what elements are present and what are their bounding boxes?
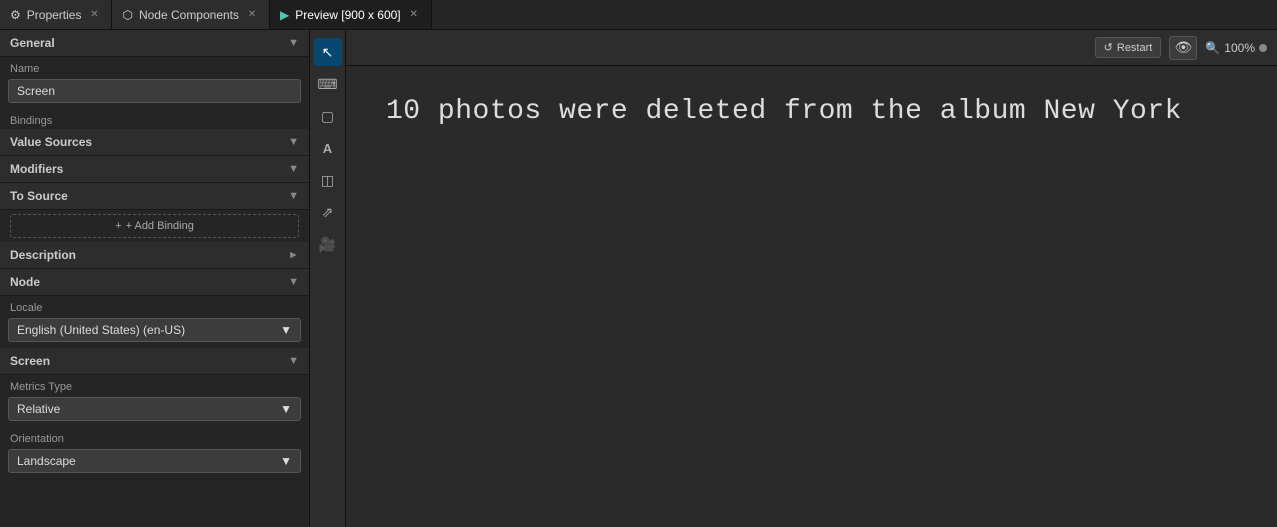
preview-content: 10 photos were deleted from the album Ne… bbox=[346, 66, 1277, 527]
screen-chevron-icon: ▼ bbox=[288, 355, 299, 367]
zoom-search-icon: 🔍 bbox=[1205, 41, 1220, 55]
screen-section-header[interactable]: Screen ▼ bbox=[0, 348, 309, 375]
bindings-label: Bindings bbox=[0, 109, 309, 129]
node-components-icon: ⬡ bbox=[122, 8, 132, 22]
locale-chevron-icon: ▼ bbox=[280, 323, 292, 337]
orientation-select[interactable]: Landscape ▼ bbox=[8, 449, 301, 473]
locale-label: Locale bbox=[0, 296, 309, 316]
tab-properties-label: Properties bbox=[27, 8, 82, 22]
visibility-button[interactable]: 👁 bbox=[1169, 36, 1197, 60]
tab-node-components-close[interactable]: ✕ bbox=[245, 8, 259, 22]
preview-text: 10 photos were deleted from the album Ne… bbox=[386, 96, 1182, 127]
general-section-header[interactable]: General ▼ bbox=[0, 30, 309, 57]
layers-tool-button[interactable]: ◫ bbox=[314, 166, 342, 194]
metrics-type-chevron-icon: ▼ bbox=[280, 402, 292, 416]
main-layout: General ▼ Name Screen Bindings Value Sou… bbox=[0, 30, 1277, 527]
camera-icon: 🎥 bbox=[319, 236, 336, 253]
orientation-label: Orientation bbox=[0, 427, 309, 447]
zoom-display: 🔍 100% bbox=[1205, 41, 1267, 55]
name-label: Name bbox=[0, 57, 309, 77]
node-section-title: Node bbox=[10, 275, 40, 289]
locale-value: English (United States) (en-US) bbox=[17, 323, 185, 337]
description-chevron-icon: ▼ bbox=[288, 250, 300, 261]
modifiers-title: Modifiers bbox=[10, 162, 63, 176]
metrics-type-value: Relative bbox=[17, 402, 60, 416]
zoom-dot bbox=[1259, 44, 1267, 52]
restart-label: Restart bbox=[1117, 42, 1152, 54]
text-icon: A bbox=[323, 141, 332, 156]
modifiers-chevron-icon: ▼ bbox=[288, 163, 299, 175]
eye-icon: 👁 bbox=[1174, 39, 1192, 56]
screen-section-title: Screen bbox=[10, 354, 50, 368]
tab-properties-close[interactable]: ✕ bbox=[87, 8, 101, 22]
preview-play-icon: ▶ bbox=[280, 8, 289, 22]
to-source-header[interactable]: To Source ▼ bbox=[0, 183, 309, 210]
tab-preview-close[interactable]: ✕ bbox=[407, 8, 421, 22]
keyboard-icon: ⌨ bbox=[317, 76, 337, 93]
tab-preview[interactable]: ▶ Preview [900 x 600] ✕ bbox=[270, 0, 432, 29]
value-sources-chevron-icon: ▼ bbox=[288, 136, 299, 148]
to-source-title: To Source bbox=[10, 189, 68, 203]
to-source-chevron-icon: ▼ bbox=[288, 190, 299, 202]
name-value: Screen bbox=[17, 84, 55, 98]
tab-node-components[interactable]: ⬡ Node Components ✕ bbox=[112, 0, 270, 29]
tab-node-components-label: Node Components bbox=[139, 8, 239, 22]
cursor-tool-button[interactable]: ↖ bbox=[314, 38, 342, 66]
left-panel: General ▼ Name Screen Bindings Value Sou… bbox=[0, 30, 310, 527]
restart-icon: ↺ bbox=[1104, 41, 1113, 54]
orientation-chevron-icon: ▼ bbox=[280, 454, 292, 468]
restart-button[interactable]: ↺ Restart bbox=[1095, 37, 1162, 58]
cursor-icon: ↖ bbox=[322, 44, 334, 61]
zoom-level: 100% bbox=[1224, 41, 1255, 55]
icon-toolbar: ↖ ⌨ ▢ A ◫ ⇗ 🎥 bbox=[310, 30, 346, 527]
metrics-type-label: Metrics Type bbox=[0, 375, 309, 395]
select-icon: ▢ bbox=[321, 108, 334, 125]
description-section-title: Description bbox=[10, 248, 76, 262]
add-binding-button[interactable]: + + Add Binding bbox=[10, 214, 299, 238]
preview-toolbar: ↺ Restart 👁 🔍 100% bbox=[346, 30, 1277, 66]
share-icon: ⇗ bbox=[322, 204, 334, 221]
properties-icon: ⚙ bbox=[10, 8, 21, 22]
locale-select[interactable]: English (United States) (en-US) ▼ bbox=[8, 318, 301, 342]
camera-tool-button[interactable]: 🎥 bbox=[314, 230, 342, 258]
node-chevron-icon: ▼ bbox=[288, 276, 299, 288]
metrics-type-select[interactable]: Relative ▼ bbox=[8, 397, 301, 421]
keyboard-tool-button[interactable]: ⌨ bbox=[314, 70, 342, 98]
add-binding-label: + Add Binding bbox=[126, 220, 194, 232]
tab-bar: ⚙ Properties ✕ ⬡ Node Components ✕ ▶ Pre… bbox=[0, 0, 1277, 30]
preview-area: ↺ Restart 👁 🔍 100% 10 photos were delete… bbox=[346, 30, 1277, 527]
select-tool-button[interactable]: ▢ bbox=[314, 102, 342, 130]
node-section-header[interactable]: Node ▼ bbox=[0, 269, 309, 296]
tab-properties[interactable]: ⚙ Properties ✕ bbox=[0, 0, 112, 29]
text-tool-button[interactable]: A bbox=[314, 134, 342, 162]
description-section-header[interactable]: Description ▼ bbox=[0, 242, 309, 269]
general-section-title: General bbox=[10, 36, 55, 50]
tab-preview-label: Preview [900 x 600] bbox=[295, 8, 400, 22]
general-chevron-icon: ▼ bbox=[288, 37, 299, 49]
name-input[interactable]: Screen bbox=[8, 79, 301, 103]
modifiers-header[interactable]: Modifiers ▼ bbox=[0, 156, 309, 183]
add-binding-plus-icon: + bbox=[115, 220, 121, 232]
value-sources-header[interactable]: Value Sources ▼ bbox=[0, 129, 309, 156]
orientation-value: Landscape bbox=[17, 454, 76, 468]
share-tool-button[interactable]: ⇗ bbox=[314, 198, 342, 226]
value-sources-title: Value Sources bbox=[10, 135, 92, 149]
layers-icon: ◫ bbox=[321, 172, 334, 189]
